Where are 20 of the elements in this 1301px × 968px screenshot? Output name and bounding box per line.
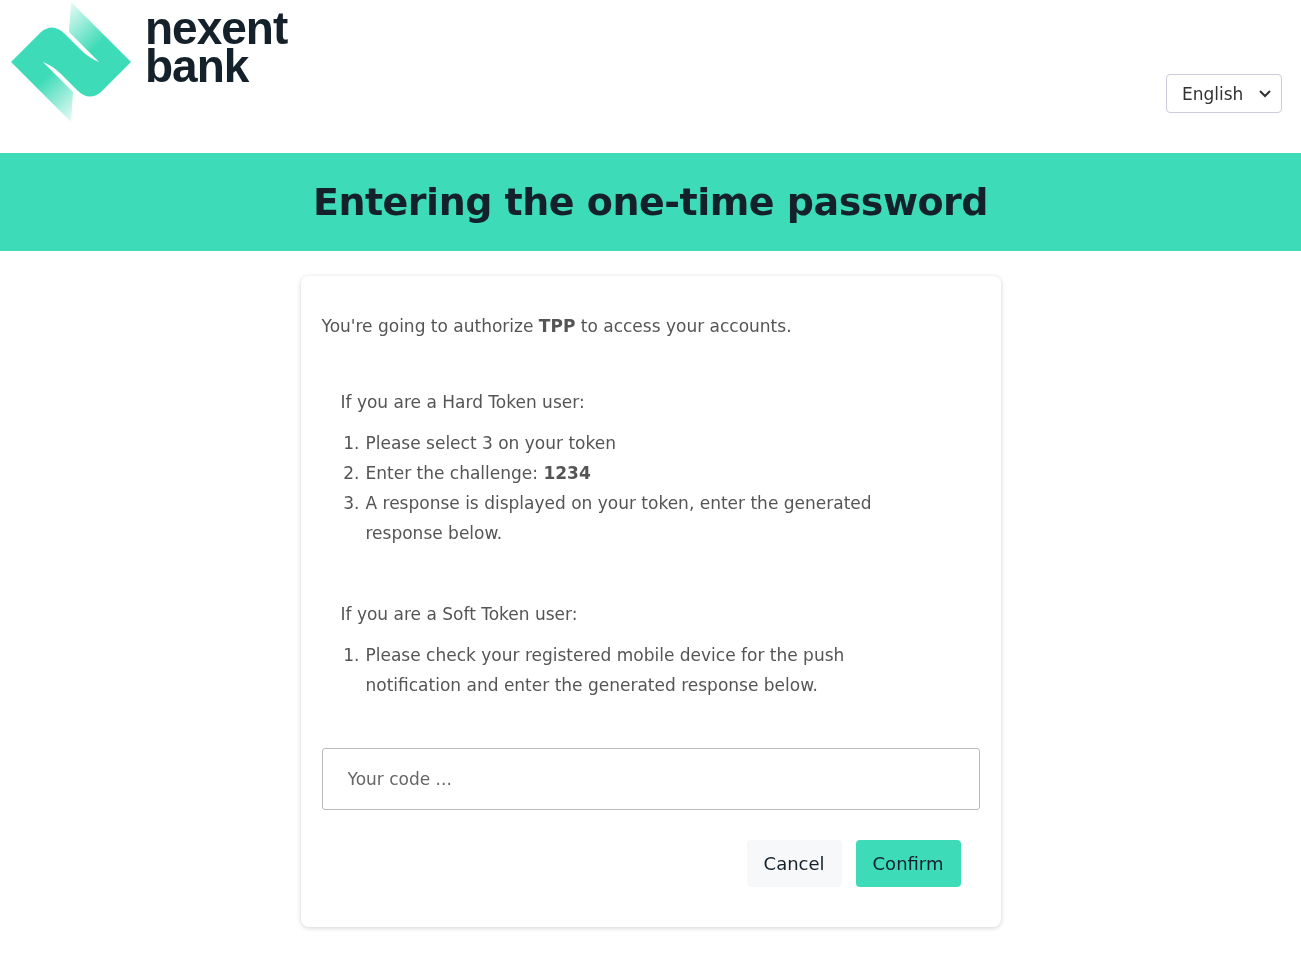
chevron-down-icon [1259, 89, 1271, 98]
step-text: A response is displayed on your token, enter the generated response below. [365, 492, 873, 545]
section-heading: If you are a Soft Token user: [340, 604, 579, 624]
step-number: 1. [342, 432, 361, 455]
code-input-field[interactable]: Your code ... [321, 748, 980, 810]
step-number: 2. [342, 462, 361, 485]
step-text: Enter the challenge: 1234 [365, 462, 591, 485]
step-text: Please select 3 on your token [365, 432, 616, 455]
logo-text: bank [145, 47, 249, 85]
step-number: 1. [342, 644, 361, 667]
logo-icon [9, 0, 133, 124]
section-heading: If you are a Hard Token user: [340, 392, 586, 412]
intro-text: You're going to authorize TPP to access your accounts. [321, 316, 793, 336]
page-title: Entering the one-time password [312, 180, 989, 224]
step-text: Please check your registered mobile device for the push notification and enter the generated response below. [365, 644, 846, 697]
confirm-button[interactable]: Confirm [855, 840, 961, 887]
cancel-button[interactable]: Cancel [746, 840, 842, 887]
logo-text: nexent [145, 9, 288, 47]
step-number: 3. [342, 492, 361, 515]
language-select[interactable]: English [1166, 74, 1282, 113]
